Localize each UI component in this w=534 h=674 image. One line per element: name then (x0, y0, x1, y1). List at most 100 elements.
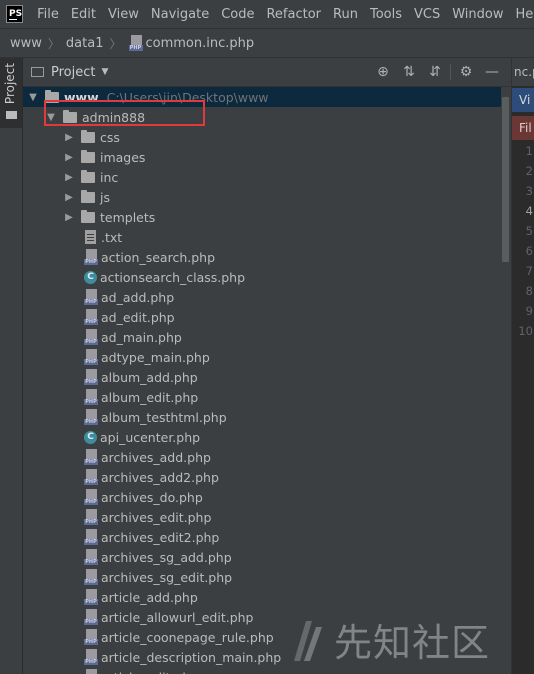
tree-file-row[interactable]: PHP archives_add.php (23, 447, 501, 467)
tree-file-row[interactable]: PHP archives_add2.php (23, 467, 501, 487)
line-number: 4 (525, 204, 533, 218)
breadcrumb-folder[interactable]: data1 (66, 36, 104, 51)
menu-code[interactable]: Code (215, 7, 260, 22)
tree-file-label: action_search.php (101, 249, 216, 265)
menu-tools[interactable]: Tools (364, 7, 408, 22)
project-view-selector[interactable]: Project ▼ (31, 65, 108, 80)
editor-tab[interactable]: nc.p (512, 58, 534, 86)
tree-file-row[interactable]: PHP adtype_main.php (23, 347, 501, 367)
chevron-right-icon[interactable]: ▶ (63, 152, 75, 163)
menu-view[interactable]: View (102, 7, 145, 22)
php-file-icon: PHP (84, 629, 98, 645)
menu-edit[interactable]: Edit (65, 7, 102, 22)
editor-notification-banner[interactable]: Vi (512, 88, 534, 112)
line-number: 1 (525, 144, 533, 158)
folder-icon (81, 169, 95, 183)
php-file-icon: PHP (84, 609, 98, 625)
chevron-down-icon[interactable]: ▼ (27, 92, 39, 103)
tree-file-row[interactable]: PHP action_search.php (23, 247, 501, 267)
tree-file-label: archives_do.php (101, 489, 203, 505)
tree-file-label: ad_edit.php (101, 309, 175, 325)
php-file-icon: PHP (84, 529, 98, 545)
line-number: 10 (518, 324, 533, 338)
tree-file-row[interactable]: PHParticle_edit.php (23, 667, 501, 674)
tree-file-row[interactable]: PHP album_testhtml.php (23, 407, 501, 427)
tree-file-row[interactable]: PHP album_edit.php (23, 387, 501, 407)
collapse-all-icon[interactable]: ⇵ (422, 58, 448, 86)
project-tree[interactable]: ▼ www C:\Users\jin\Desktop\www ▼ admin88… (23, 87, 501, 674)
php-file-icon: PHP (84, 309, 98, 325)
tree-file-row[interactable]: PHP ad_main.php (23, 327, 501, 347)
project-tool-tab-label: Project (3, 63, 17, 105)
tree-file-row[interactable]: PHP article_add.php (23, 587, 501, 607)
tree-file-label: article_description_main.php (101, 649, 282, 665)
tree-file-row[interactable]: Capi_ucenter.php (23, 427, 501, 447)
tree-file-row[interactable]: PHP archives_edit2.php (23, 527, 501, 547)
breadcrumb-file[interactable]: PHP common.inc.php (128, 35, 255, 51)
tree-file-label: article_edit.php (101, 670, 198, 674)
breadcrumb-root[interactable]: www (10, 36, 42, 51)
tree-file-row[interactable]: PHP ad_edit.php (23, 307, 501, 327)
tree-file-row[interactable]: .txt (23, 227, 501, 247)
tree-folder-row[interactable]: ▶ templets (23, 207, 501, 227)
tree-file-label: article_allowurl_edit.php (101, 609, 254, 625)
hide-icon[interactable]: — (479, 58, 505, 86)
gear-icon[interactable]: ⚙ (453, 58, 479, 86)
tree-file-row[interactable]: PHP archives_do.php (23, 487, 501, 507)
folder-icon (81, 149, 95, 163)
menu-refactor[interactable]: Refactor (260, 7, 327, 22)
editor-pane: nc.p Vi Fil 1 2 3 4 5 6 7 8 9 10 (511, 58, 534, 674)
menu-window[interactable]: Window (446, 7, 509, 22)
php-file-icon: PHP (84, 329, 98, 345)
php-file-icon: PHP (84, 669, 98, 674)
tree-file-row[interactable]: Cactionsearch_class.php (23, 267, 501, 287)
php-class-icon: C (84, 430, 97, 444)
tree-folder-label: templets (100, 209, 156, 225)
breadcrumb-file-label: common.inc.php (145, 35, 255, 51)
locate-icon[interactable]: ⊕ (370, 58, 396, 86)
tree-file-row[interactable]: PHP archives_edit.php (23, 507, 501, 527)
tree-scrollbar[interactable] (501, 87, 511, 674)
tree-file-label: actionsearch_class.php (100, 269, 246, 285)
tree-folder-row[interactable]: ▶ inc (23, 167, 501, 187)
tree-file-row[interactable]: PHP archives_sg_edit.php (23, 567, 501, 587)
scrollbar-thumb[interactable] (502, 97, 509, 262)
chevron-right-icon[interactable]: ▶ (63, 212, 75, 223)
text-file-icon (85, 230, 96, 244)
tree-file-row[interactable]: PHP ad_add.php (23, 287, 501, 307)
tree-folder-row[interactable]: ▶ js (23, 187, 501, 207)
tree-file-label: adtype_main.php (101, 349, 210, 365)
folder-icon (81, 129, 95, 143)
tree-folder-row[interactable]: ▶ images (23, 147, 501, 167)
tree-file-row[interactable]: PHP archives_sg_add.php (23, 547, 501, 567)
chevron-right-icon[interactable]: ▶ (63, 172, 75, 183)
tree-file-label: album_add.php (101, 369, 198, 385)
expand-all-icon[interactable]: ⇅ (396, 58, 422, 86)
editor-warning-banner[interactable]: Fil (512, 116, 534, 140)
menu-vcs[interactable]: VCS (408, 7, 446, 22)
menu-navigate[interactable]: Navigate (145, 7, 215, 22)
tree-folder-row[interactable]: ▶ css (23, 127, 501, 147)
php-file-icon: PHP (84, 509, 98, 525)
folder-icon (81, 189, 95, 203)
tree-folder-label: images (100, 149, 146, 165)
tree-file-label: ad_main.php (101, 329, 182, 345)
php-file-icon: PHP (84, 569, 98, 585)
highlight-annotation (44, 100, 205, 126)
menu-run[interactable]: Run (327, 7, 364, 22)
left-tool-strip: Project (0, 58, 23, 674)
line-number: 7 (525, 264, 533, 278)
tree-file-label: ad_add.php (101, 289, 175, 305)
chevron-right-icon: 〉 (47, 36, 60, 51)
tree-file-label: article_coonepage_rule.php (101, 629, 274, 645)
menu-help[interactable]: Help (510, 7, 534, 22)
tree-file-label: archives_edit.php (101, 509, 212, 525)
tree-folder-label: js (100, 189, 110, 205)
tree-file-row[interactable]: PHP album_add.php (23, 367, 501, 387)
chevron-right-icon[interactable]: ▶ (63, 132, 75, 143)
tree-file-label: archives_add.php (101, 449, 211, 465)
php-file-icon: PHP (84, 249, 98, 265)
watermark-logo-icon (294, 620, 322, 661)
menu-file[interactable]: File (31, 7, 65, 22)
chevron-right-icon[interactable]: ▶ (63, 192, 75, 203)
